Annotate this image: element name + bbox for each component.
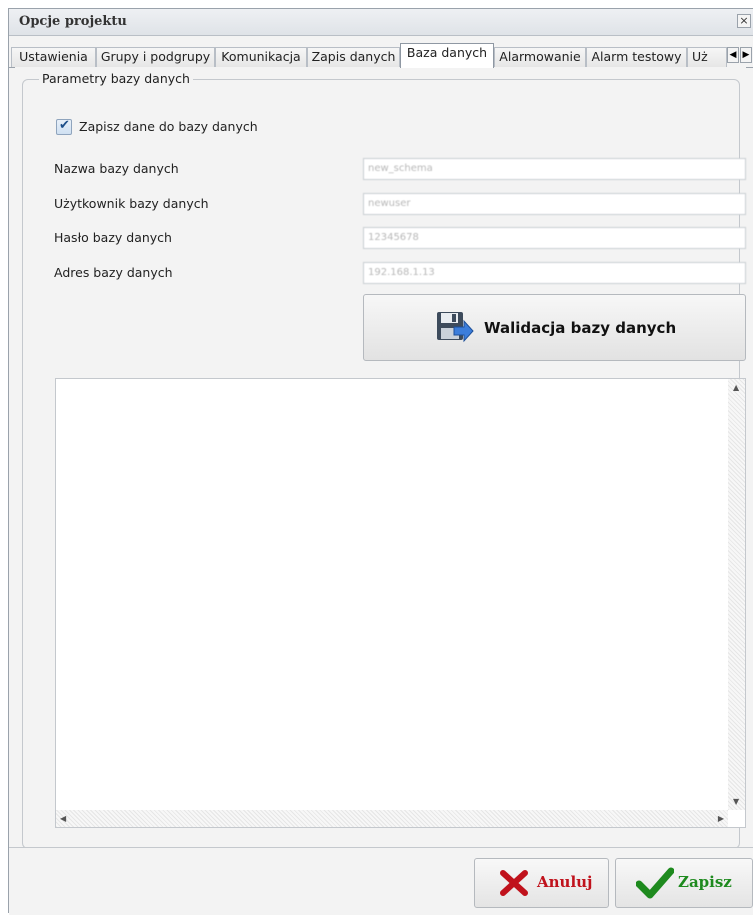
save-button[interactable]: Zapisz [615, 858, 753, 908]
save-to-db-label: Zapisz dane do bazy danych [79, 119, 258, 134]
db-name-label: Nazwa bazy danych [54, 161, 179, 176]
floppy-disk-arrow-icon [437, 312, 474, 343]
db-address-input[interactable]: 192.168.1.13 [363, 262, 746, 284]
db-user-input[interactable]: newuser [363, 193, 746, 215]
tab-scroll-right-button[interactable]: ▶ [740, 47, 752, 63]
tab-scroll-buttons: ◀ ▶ [727, 47, 753, 65]
checkmark-icon: ✔ [59, 118, 70, 133]
tab-uzytkownicy-truncated[interactable]: Uż [687, 47, 727, 67]
db-user-label: Użytkownik bazy danych [54, 196, 209, 211]
cancel-label: Anuluj [537, 873, 593, 891]
db-address-label: Adres bazy danych [54, 265, 173, 280]
red-x-icon [500, 870, 528, 896]
close-button[interactable]: × [737, 14, 751, 28]
tab-komunikacja[interactable]: Komunikacja [215, 47, 307, 67]
db-password-label: Hasło bazy danych [54, 230, 172, 245]
save-to-db-checkbox[interactable]: ✔ [56, 118, 72, 135]
green-check-icon [636, 867, 674, 899]
window-title: Opcje projektu [19, 14, 127, 29]
project-options-window: Opcje projektu × Ustawienia Grupy i podg… [8, 8, 753, 915]
tab-content-panel: Parametry bazy danych ✔ Zapisz dane do b… [15, 67, 746, 855]
validate-database-button[interactable]: Walidacja bazy danych [363, 294, 746, 361]
vertical-scrollbar[interactable]: ▲ ▼ [728, 379, 745, 810]
tab-grupy-i-podgrupy[interactable]: Grupy i podgrupy [96, 47, 215, 67]
scroll-up-icon[interactable]: ▲ [733, 383, 739, 392]
validate-database-label: Walidacja bazy danych [484, 319, 677, 337]
validation-log-area[interactable]: ▲ ▼ ◀ ▶ [55, 378, 746, 828]
scroll-down-icon[interactable]: ▼ [733, 797, 739, 806]
cancel-button[interactable]: Anuluj [474, 858, 609, 908]
tab-zapis-danych[interactable]: Zapis danych [307, 47, 400, 67]
tab-ustawienia[interactable]: Ustawienia [11, 47, 96, 67]
tab-scroll-left-button[interactable]: ◀ [727, 47, 739, 63]
tab-baza-danych[interactable]: Baza danych [400, 43, 494, 68]
db-password-input[interactable]: 12345678 [363, 227, 746, 249]
db-name-input[interactable]: new_schema [363, 158, 746, 180]
scroll-left-icon[interactable]: ◀ [60, 814, 66, 823]
tab-alarm-testowy[interactable]: Alarm testowy [586, 47, 687, 67]
tab-strip: Ustawienia Grupy i podgrupy Komunikacja … [9, 43, 753, 68]
horizontal-scrollbar[interactable]: ◀ ▶ [56, 810, 728, 827]
save-label: Zapisz [678, 873, 732, 891]
tab-alarmowanie[interactable]: Alarmowanie [494, 47, 586, 67]
group-legend: Parametry bazy danych [39, 71, 193, 86]
title-bar: Opcje projektu × [9, 9, 753, 36]
scroll-right-icon[interactable]: ▶ [718, 814, 724, 823]
dialog-button-bar: Anuluj Zapisz [9, 847, 753, 915]
database-params-group: Parametry bazy danych ✔ Zapisz dane do b… [22, 71, 746, 849]
